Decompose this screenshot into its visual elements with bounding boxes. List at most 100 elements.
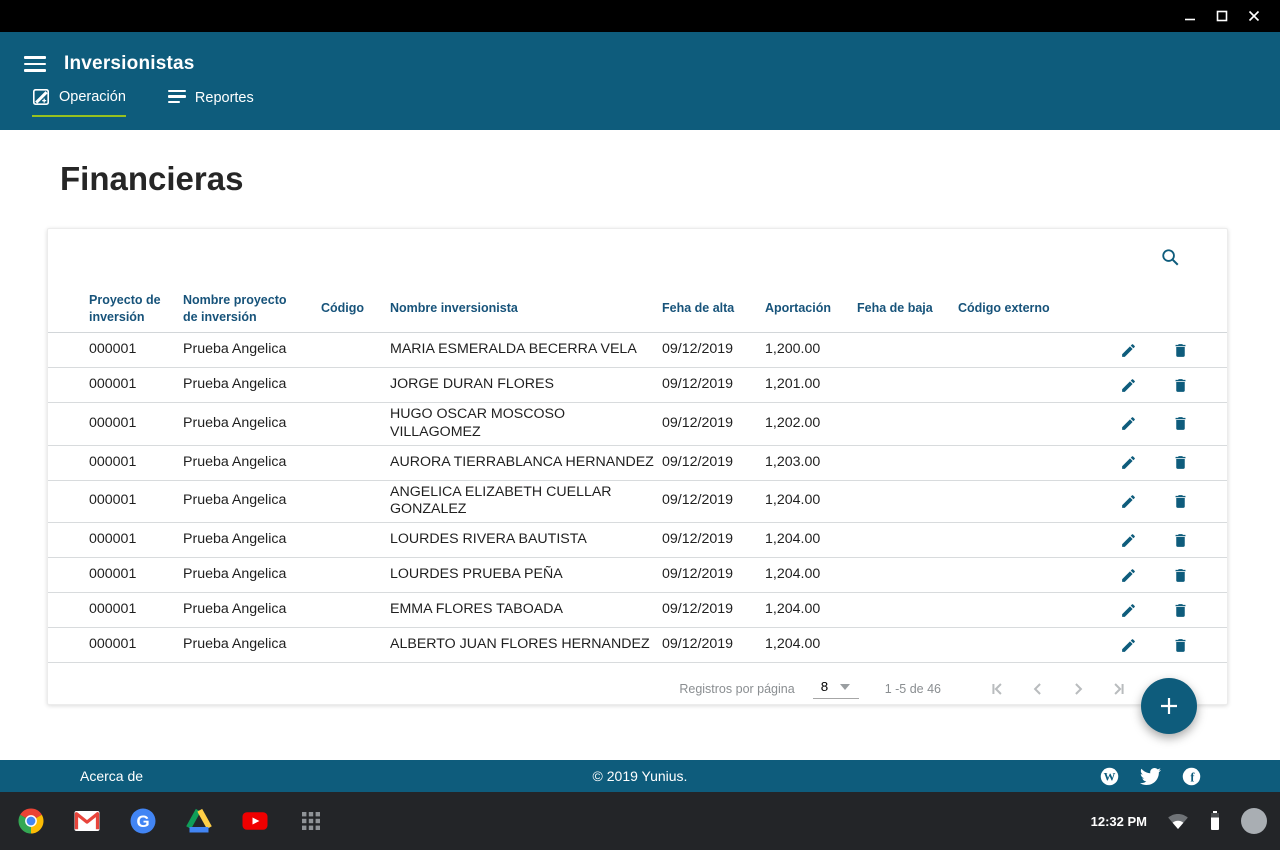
maximize-button[interactable]	[1206, 4, 1238, 28]
cell-proyecto: 000001	[89, 373, 183, 397]
cell-codigo-externo	[958, 498, 1068, 504]
delete-button[interactable]	[1169, 564, 1191, 586]
minimize-button[interactable]	[1174, 4, 1206, 28]
cell-aportacion: 1,204.00	[765, 489, 857, 513]
svg-text:G: G	[136, 812, 149, 831]
trash-icon	[1172, 567, 1189, 584]
social-links: W f	[1098, 765, 1202, 787]
cell-nombre-inversionista: MARIA ESMERALDA BECERRA VELA	[390, 338, 662, 362]
pencil-icon	[1120, 342, 1137, 359]
delete-button[interactable]	[1169, 599, 1191, 621]
table-row: 000001 Prueba Angelica AURORA TIERRABLAN…	[48, 446, 1227, 481]
edit-button[interactable]	[1117, 490, 1139, 512]
gmail-app-button[interactable]	[71, 805, 103, 837]
plus-icon	[1157, 694, 1181, 718]
cell-nombre-proyecto: Prueba Angelica	[183, 598, 321, 622]
col-aportacion: Aportación	[765, 300, 857, 316]
wordpress-icon: W	[1099, 766, 1120, 787]
col-nombre-inversionista: Nombre inversionista	[390, 300, 662, 316]
cell-nombre-inversionista: LOURDES RIVERA BAUTISTA	[390, 528, 662, 552]
cell-proyecto: 000001	[89, 338, 183, 362]
app-footer: Acerca de © 2019 Yunius. W f	[0, 760, 1280, 792]
edit-button[interactable]	[1117, 413, 1139, 435]
table-body: 000001 Prueba Angelica MARIA ESMERALDA B…	[48, 333, 1227, 663]
edit-button[interactable]	[1117, 452, 1139, 474]
chromeos-shelf: G 12:32 PM	[0, 792, 1280, 850]
chart-add-icon	[32, 88, 50, 106]
cell-fecha-alta: 09/12/2019	[662, 633, 765, 657]
add-record-fab[interactable]	[1141, 678, 1197, 734]
facebook-link[interactable]: f	[1180, 765, 1202, 787]
col-codigo: Código	[321, 300, 390, 316]
pencil-icon	[1120, 493, 1137, 510]
delete-button[interactable]	[1169, 634, 1191, 656]
edit-button[interactable]	[1117, 529, 1139, 551]
cell-nombre-proyecto: Prueba Angelica	[183, 563, 321, 587]
cell-proyecto: 000001	[89, 489, 183, 513]
facebook-icon: f	[1181, 766, 1202, 787]
cell-nombre-proyecto: Prueba Angelica	[183, 633, 321, 657]
cell-codigo	[321, 460, 390, 466]
cell-nombre-inversionista: AURORA TIERRABLANCA HERNANDEZ	[390, 451, 662, 475]
delete-button[interactable]	[1169, 413, 1191, 435]
cell-nombre-inversionista: ALBERTO JUAN FLORES HERNANDEZ	[390, 633, 662, 657]
row-actions	[1068, 371, 1227, 399]
cell-codigo	[321, 347, 390, 353]
cell-fecha-baja	[857, 607, 958, 613]
close-button[interactable]	[1238, 4, 1270, 28]
tab-label: Reportes	[195, 90, 254, 106]
trash-icon	[1172, 454, 1189, 471]
last-page-button[interactable]	[1107, 678, 1129, 700]
pencil-icon	[1120, 532, 1137, 549]
cell-codigo	[321, 421, 390, 427]
search-button[interactable]	[1159, 246, 1181, 268]
delete-button[interactable]	[1169, 374, 1191, 396]
cell-codigo-externo	[958, 382, 1068, 388]
trash-icon	[1172, 377, 1189, 394]
tab-operacion[interactable]: Operación	[32, 88, 126, 117]
cell-aportacion: 1,200.00	[765, 338, 857, 362]
tab-reportes[interactable]: Reportes	[168, 90, 254, 117]
pagination-label: Registros por página	[679, 682, 794, 696]
hamburger-menu-button[interactable]	[24, 56, 46, 72]
table-row: 000001 Prueba Angelica HUGO OSCAR MOSCOS…	[48, 403, 1227, 446]
prev-page-button[interactable]	[1027, 678, 1049, 700]
trash-icon	[1172, 342, 1189, 359]
apps-grid-button[interactable]	[295, 805, 327, 837]
cell-codigo	[321, 498, 390, 504]
svg-text:W: W	[1103, 769, 1115, 783]
status-tray[interactable]: 12:32 PM	[1091, 808, 1280, 834]
twitter-link[interactable]	[1139, 765, 1161, 787]
google-app-button[interactable]: G	[127, 805, 159, 837]
col-nombre-proyecto: Nombre proyecto de inversión	[183, 292, 321, 325]
pencil-icon	[1120, 637, 1137, 654]
edit-button[interactable]	[1117, 374, 1139, 396]
cell-nombre-proyecto: Prueba Angelica	[183, 528, 321, 552]
cell-codigo	[321, 572, 390, 578]
row-actions	[1068, 336, 1227, 364]
pagination-nav	[987, 678, 1129, 700]
delete-button[interactable]	[1169, 490, 1191, 512]
wordpress-link[interactable]: W	[1098, 765, 1120, 787]
delete-button[interactable]	[1169, 529, 1191, 551]
cell-codigo-externo	[958, 537, 1068, 543]
cell-fecha-baja	[857, 347, 958, 353]
cell-fecha-alta: 09/12/2019	[662, 563, 765, 587]
trash-icon	[1172, 637, 1189, 654]
youtube-app-button[interactable]	[239, 805, 271, 837]
next-page-button[interactable]	[1067, 678, 1089, 700]
cell-nombre-proyecto: Prueba Angelica	[183, 373, 321, 397]
drive-app-button[interactable]	[183, 805, 215, 837]
first-page-button[interactable]	[987, 678, 1009, 700]
edit-button[interactable]	[1117, 564, 1139, 586]
edit-button[interactable]	[1117, 634, 1139, 656]
page-size-select[interactable]: 8	[813, 679, 859, 699]
about-link[interactable]: Acerca de	[80, 768, 143, 784]
edit-button[interactable]	[1117, 339, 1139, 361]
chrome-app-button[interactable]	[15, 805, 47, 837]
edit-button[interactable]	[1117, 599, 1139, 621]
delete-button[interactable]	[1169, 452, 1191, 474]
user-avatar[interactable]	[1241, 808, 1267, 834]
delete-button[interactable]	[1169, 339, 1191, 361]
row-actions	[1068, 410, 1227, 438]
